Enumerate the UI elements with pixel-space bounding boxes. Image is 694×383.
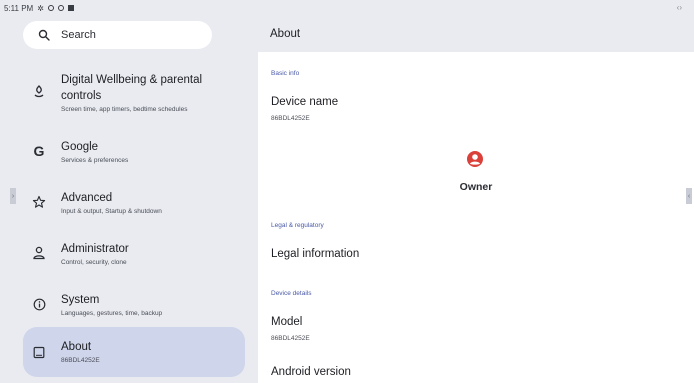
menu-item-title: System (61, 293, 100, 306)
status-time: 5:11 PM (4, 3, 34, 13)
menu-item-subtitle: Input & output, Startup & shutdown (61, 207, 162, 215)
settings-menu-pane: Search Digital Wellbeing & parental cont… (0, 0, 258, 383)
wellbeing-icon (31, 84, 47, 100)
section-header-device-details: Device details (271, 290, 312, 297)
menu-item-about[interactable]: About 86BDL4252E (23, 327, 245, 377)
shield-icon (47, 5, 54, 11)
menu-item-title: Advanced (61, 191, 113, 204)
menu-item-google[interactable]: G Google Services & preferences (23, 133, 245, 169)
info-icon (31, 296, 47, 312)
page-title: About (270, 28, 301, 40)
menu-item-subtitle: Services & preferences (61, 156, 129, 164)
left-edge-handle[interactable]: › (10, 188, 16, 204)
google-icon: G (33, 143, 45, 159)
menu-item-title-cont: controls (61, 89, 102, 102)
menu-item-system[interactable]: System Languages, gestures, time, backup (23, 286, 245, 322)
square-icon (67, 5, 74, 11)
menu-item-subtitle: Control, security, clone (61, 258, 127, 266)
search-icon (37, 28, 51, 42)
circle-icon (57, 5, 64, 11)
model-value: 86BDL4252E (271, 335, 310, 342)
search-label: Search (61, 29, 96, 41)
about-detail-pane: About Basic info Device name 86BDL4252E … (258, 0, 694, 383)
menu-item-digital-wellbeing[interactable]: Digital Wellbeing & parental controls Sc… (23, 64, 245, 120)
menu-item-title: Administrator (61, 242, 129, 255)
section-header-basic-info: Basic info (271, 70, 300, 77)
search-bar[interactable]: Search (23, 21, 212, 49)
status-right-glyph: ‹› (676, 3, 682, 12)
person-icon (31, 245, 47, 261)
model-title: Model (271, 316, 303, 328)
menu-item-subtitle: Screen time, app timers, bedtime schedul… (61, 105, 188, 113)
tablet-icon (31, 344, 47, 360)
menu-item-subtitle: Languages, gestures, time, backup (61, 309, 163, 317)
menu-item-administrator[interactable]: Administrator Control, security, clone (23, 235, 245, 271)
owner-label: Owner (459, 181, 493, 193)
account-circle-icon (467, 151, 483, 167)
legal-information-item[interactable]: Legal information (271, 248, 359, 260)
menu-item-title: Google (61, 140, 99, 153)
menu-item-advanced[interactable]: Advanced Input & output, Startup & shutd… (23, 184, 245, 220)
menu-item-subtitle: 86BDL4252E (61, 357, 100, 364)
android-version-item[interactable]: Android version (271, 366, 351, 378)
device-name-title: Device name (271, 96, 339, 108)
gear-icon: ✲ (37, 3, 44, 13)
section-header-legal: Legal & regulatory (271, 222, 324, 229)
star-icon (31, 194, 47, 210)
status-icons: ✲ (37, 4, 74, 13)
status-bar: 5:11 PM ✲ ‹› (0, 0, 694, 16)
menu-item-title: Digital Wellbeing & parental (61, 73, 203, 86)
device-name-value: 86BDL4252E (271, 115, 310, 122)
menu-item-title: About (61, 341, 92, 353)
right-edge-handle[interactable]: ‹ (686, 188, 692, 204)
